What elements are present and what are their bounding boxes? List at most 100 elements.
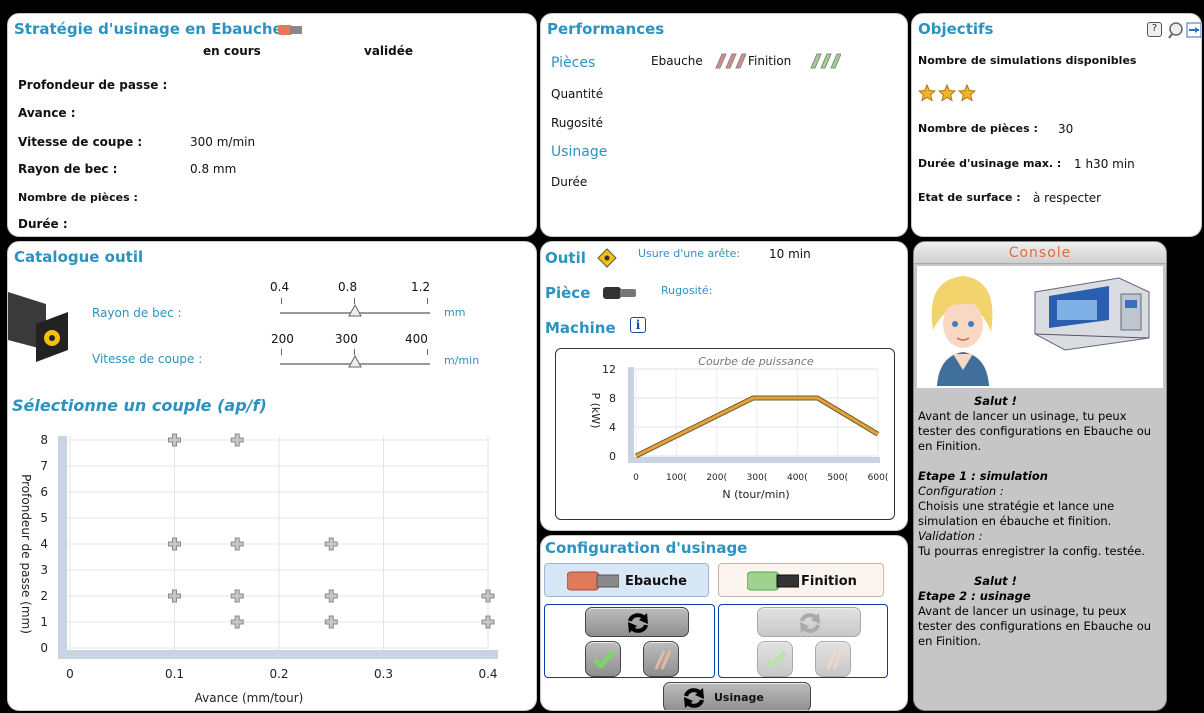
- console-line: Avant de lancer un usinage, tu peux test…: [918, 604, 1152, 648]
- usinage-button[interactable]: Usinage: [663, 682, 811, 710]
- refresh-icon: [682, 687, 706, 710]
- finition-cancel-button[interactable]: [815, 641, 851, 677]
- col-en-cours: en cours: [203, 44, 261, 58]
- rayon-tick-3: 1.2: [411, 280, 431, 294]
- rayon-tick-2: 0.8: [338, 280, 358, 294]
- profondeur-label: Profondeur de passe :: [18, 78, 168, 92]
- couple-title: Sélectionne un couple (ap/f): [12, 396, 267, 415]
- rayon-slider-thumb[interactable]: [348, 303, 362, 321]
- y-axis-bar: [58, 436, 67, 658]
- scatter-point[interactable]: [481, 615, 495, 629]
- strategie-panel: Stratégie d'usinage en Ebauche en cours …: [7, 13, 537, 237]
- avatar: [923, 270, 1003, 389]
- arrow-exit-icon[interactable]: [1186, 22, 1201, 41]
- config-title: Configuration d'usinage: [545, 539, 748, 557]
- ebauche-tab-label: Ebauche: [625, 574, 687, 589]
- scatter-point[interactable]: [230, 589, 244, 603]
- point-marker: [324, 537, 338, 551]
- console-line: Etape 2 : usinage: [918, 589, 1031, 603]
- power-y-tick-label: 0: [609, 450, 616, 463]
- scatter-point[interactable]: [168, 433, 181, 447]
- point-marker: [230, 433, 244, 447]
- couple-scatter-chart[interactable]: 0 0.1 0.2 0.3 0.4 0 1 2 3 4 5 6 7 8 Avance (mm/tour) Pr…: [10, 417, 530, 707]
- piece-label: Pièce: [545, 284, 591, 302]
- point-marker: [324, 615, 338, 629]
- power-line-chart: Courbe de puissance 0 4 8 12 0 100(200(300(400…: [589, 355, 889, 501]
- catalogue-panel: Catalogue outil Rayon de bec : 0.4 0.8 1…: [7, 241, 537, 711]
- point-marker: [168, 433, 181, 447]
- x-tick-label: 0: [66, 667, 74, 681]
- power-y-axis-bar: [628, 367, 634, 462]
- power-x-axis-label: N (tour/min): [722, 488, 789, 501]
- col-validee: validée: [364, 44, 414, 58]
- scatter-point[interactable]: [230, 433, 244, 447]
- vitesse-slider[interactable]: [280, 349, 430, 371]
- console-line: Avant de lancer un usinage, tu peux test…: [918, 409, 1152, 453]
- magnifier-icon[interactable]: [1167, 21, 1185, 42]
- rugosite-outil-label: Rugosité:: [661, 284, 713, 297]
- ebauche-tab-button[interactable]: Ebauche: [544, 563, 709, 597]
- refresh-icon: [626, 612, 650, 637]
- usure-label: Usure d'une arête:: [638, 247, 741, 260]
- scatter-point[interactable]: [230, 615, 244, 629]
- usinage-button-label: Usinage: [714, 691, 764, 704]
- strategie-title: Stratégie d'usinage en Ebauche: [14, 20, 283, 38]
- vitesse-slider-thumb[interactable]: [348, 354, 362, 372]
- ebauche-controls: [544, 604, 715, 678]
- power-x-tick-label: 300(: [747, 473, 768, 483]
- power-x-tick-label: 0: [633, 473, 639, 483]
- console-title: Console: [914, 242, 1166, 264]
- tool-holder-icon: [278, 24, 302, 36]
- obj-duree-label: Durée d'usinage max. :: [918, 157, 1062, 170]
- machine-info-icon[interactable]: i: [630, 317, 646, 333]
- y-tick-label: 0: [40, 641, 48, 655]
- refresh-icon: [798, 612, 822, 637]
- power-chart-title: Courbe de puissance: [698, 355, 814, 368]
- scatter-point[interactable]: [168, 589, 181, 603]
- help-icon[interactable]: ?: [1147, 22, 1162, 37]
- scatter-point[interactable]: [481, 589, 495, 603]
- console-line: Validation :: [918, 529, 983, 543]
- x-tick-label: 0.4: [478, 667, 497, 681]
- console-line: Salut !: [974, 394, 1017, 408]
- finition-validate-button[interactable]: [757, 641, 793, 677]
- scatter-point[interactable]: [324, 615, 338, 629]
- workpiece-icon: [603, 285, 637, 304]
- y-axis-label: Profondeur de passe (mm): [19, 474, 33, 634]
- power-x-tick-label: 100(: [666, 473, 687, 483]
- point-marker: [324, 589, 338, 603]
- tool-icon: [8, 292, 70, 365]
- finition-tab-button[interactable]: Finition: [718, 563, 884, 597]
- machine-label: Machine: [545, 319, 616, 337]
- finition-controls: [718, 604, 888, 678]
- ebauche-tool-icon: [566, 569, 620, 596]
- power-x-tick-label: 600(: [868, 473, 889, 483]
- rayon-label: Rayon de bec :: [18, 162, 118, 176]
- avance-label: Avance :: [18, 106, 76, 120]
- ebauche-cancel-button[interactable]: [643, 641, 679, 677]
- power-y-axis-label: P (kW): [589, 393, 602, 429]
- rayon-slider[interactable]: [280, 298, 430, 320]
- vitesse-slider-label: Vitesse de coupe :: [92, 352, 203, 366]
- ebauche-validate-button[interactable]: [585, 641, 621, 677]
- scatter-point[interactable]: [324, 537, 338, 551]
- obj-etat-label: Etat de surface :: [918, 191, 1021, 204]
- outil-panel: Outil Usure d'une arête: 10 min Pièce Ru…: [540, 241, 908, 531]
- nb-pieces-label: Nombre de pièces :: [18, 191, 138, 204]
- power-chart-box: Courbe de puissance 0 4 8 12 0 100(200(300(400…: [555, 348, 895, 520]
- ebauche-simulate-button[interactable]: [585, 607, 689, 637]
- x-tick-label: 0.1: [165, 667, 184, 681]
- scatter-point[interactable]: [168, 537, 181, 551]
- finition-label: Finition: [748, 54, 792, 68]
- scatter-point[interactable]: [324, 589, 338, 603]
- point-marker: [481, 615, 495, 629]
- y-tick-label: 4: [40, 537, 48, 551]
- scatter-point[interactable]: [230, 537, 244, 551]
- vitesse-tick-1: 200: [271, 332, 294, 346]
- finition-tool-icon: [746, 569, 800, 596]
- rayon-unit: mm: [444, 306, 466, 319]
- power-x-tick-label: 200(: [706, 473, 727, 483]
- lathe-machine-icon: [1029, 272, 1153, 355]
- finition-simulate-button[interactable]: [757, 607, 861, 637]
